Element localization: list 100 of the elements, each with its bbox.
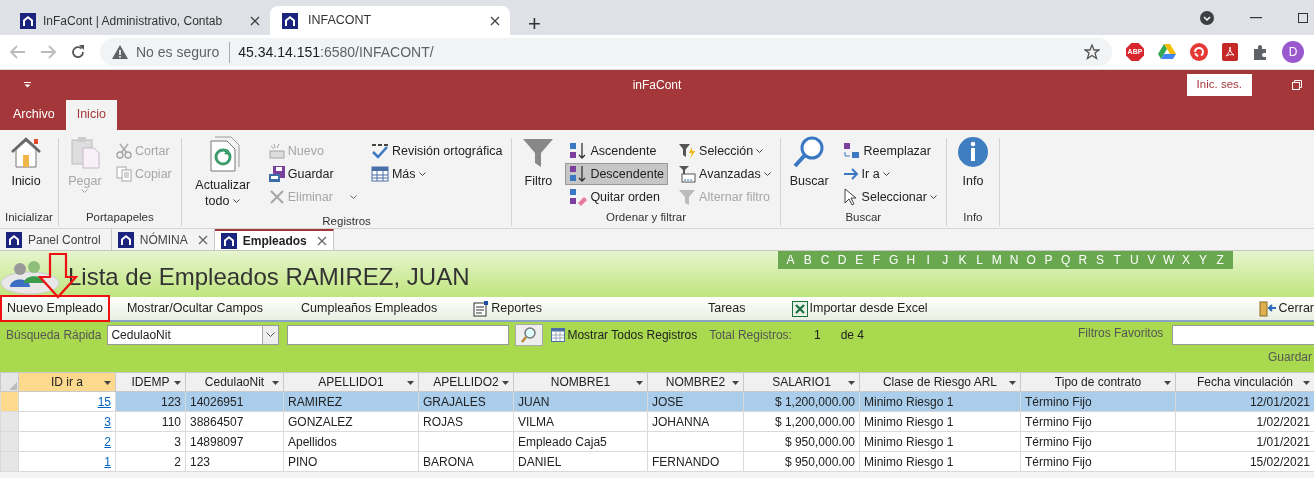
address-bar[interactable]: No es seguro 45.34.14.151:6580/INFACONT/ [100,38,1112,66]
pdf-icon[interactable] [1222,43,1238,61]
column-filter-icon[interactable] [407,381,414,385]
reload-icon[interactable] [70,44,86,60]
column-header[interactable]: NOMBRE2 [647,372,744,392]
column-header[interactable]: Fecha vinculación [1175,372,1314,392]
advanced-filter-icon [678,165,697,183]
column-header[interactable]: IDEMP [115,372,186,392]
ribbon-button[interactable]: Selección [674,140,775,162]
favorites-input[interactable] [1172,325,1314,345]
column-filter-icon[interactable] [272,381,279,385]
minimize-icon[interactable] [1250,16,1262,19]
toolbar-button[interactable]: Importar desde Excel [783,297,936,320]
puzzle-icon[interactable] [1252,44,1268,60]
drive-icon[interactable] [1158,44,1176,60]
ribbon-group-label: Ordenar y filtrar [605,209,687,225]
column-filter-icon[interactable] [1303,381,1310,385]
ribbon-button[interactable]: Actualizar todo [186,132,259,213]
toolbar-button[interactable]: Tareas [700,297,754,320]
ribbon-button[interactable]: Info [951,132,994,193]
close-icon[interactable] [490,15,500,26]
security-label: No es seguro [136,41,231,63]
sign-in-button[interactable]: Inic. ses. [1186,74,1252,96]
tab-search-icon[interactable] [1200,10,1214,25]
search-field-dropdown[interactable]: CedulaoNit [107,325,280,345]
profile-avatar[interactable]: D [1282,41,1304,63]
column-filter-icon[interactable] [1164,381,1171,385]
search-icon [521,327,538,343]
show-all-button[interactable]: Mostrar Todos Registros [551,326,698,344]
column-header[interactable]: NOMBRE1 [513,372,648,392]
toolbar-button[interactable]: Cumpleaños Empleados [293,297,446,320]
toolbar-button[interactable]: Mostrar/Ocultar Campos [118,297,272,320]
table-cell: ROJAS [418,411,514,432]
table-cell: FERNANDO [647,451,744,472]
save-link[interactable]: Guardar [1267,348,1312,366]
delete-icon [268,189,285,205]
copy-icon [115,166,132,182]
search-input[interactable] [287,325,510,345]
table-cell: Minimo Riesgo 1 [859,411,1021,432]
browser-tab[interactable]: INFACONT [270,6,510,35]
column-filter-icon[interactable] [502,381,509,385]
sync-extension-icon[interactable] [1190,43,1208,61]
ribbon-button[interactable]: Quitar orden [565,186,669,208]
ribbon-button[interactable]: Avanzadas [674,163,775,185]
ribbon-button[interactable]: Ascendente [565,140,669,162]
quick-access-caret-icon[interactable] [24,82,31,88]
record-link[interactable]: 3 [104,414,111,429]
table-cell: GONZALEZ [283,411,419,432]
ribbon-group-label: Portapapeles [84,209,155,225]
document-tab[interactable]: NÓMINA [111,229,215,250]
record-link[interactable]: 2 [104,434,111,449]
star-icon[interactable] [1084,44,1100,60]
column-filter-icon[interactable] [732,381,739,385]
record-number: 1 [813,327,821,344]
toolbar-button[interactable]: Reportes [465,297,550,320]
select-all-cell[interactable] [0,372,19,392]
table-cell: Minimo Riesgo 1 [859,451,1021,472]
column-filter-icon[interactable] [174,381,181,385]
restore-icon[interactable] [1292,80,1302,90]
ribbon-button[interactable]: Descendente [565,163,669,185]
record-link[interactable]: 1 [104,454,111,469]
info-icon [955,135,990,169]
ribbon-tab[interactable]: Inicio [65,99,117,130]
record-link[interactable]: 15 [97,394,111,409]
column-filter-icon[interactable] [636,381,643,385]
ribbon-button[interactable]: Filtro [517,132,560,193]
column-filter-icon[interactable] [1009,381,1016,385]
close-icon[interactable] [316,235,327,246]
close-form-button[interactable]: Cerrar [1254,297,1314,320]
column-header[interactable]: SALARIO1 [743,372,860,392]
browser-tab[interactable]: InFaCont | Administrativo, Contab [8,6,270,35]
document-tab[interactable]: Empleados [214,229,334,250]
column-header[interactable]: APELLIDO1 [283,372,419,392]
ribbon-button[interactable]: Reemplazar [838,140,941,162]
column-filter-icon[interactable] [848,381,855,385]
close-icon[interactable] [250,15,260,26]
close-icon[interactable] [197,234,208,245]
ribbon-button[interactable]: Ir a [838,163,941,185]
column-header[interactable]: Tipo de contrato [1020,372,1176,392]
column-header[interactable]: ID ir a [18,372,116,392]
ribbon-button[interactable]: Seleccionar [838,186,941,208]
warning-icon [112,45,128,59]
ribbon-button[interactable]: Guardar [264,163,361,185]
table-cell: 2 [115,451,186,472]
ribbon-button[interactable]: Buscar [785,132,833,193]
column-header[interactable]: APELLIDO2 [418,372,514,392]
ribbon-button[interactable]: Inicio [5,132,47,193]
column-header[interactable]: CedulaoNit [185,372,284,392]
column-filter-icon[interactable] [104,381,111,385]
maximize-icon[interactable] [1298,12,1308,23]
document-tab[interactable]: Panel Control [0,229,112,250]
cursor-icon [842,188,859,206]
search-button[interactable] [515,324,544,346]
table-cell: 123 [185,451,284,472]
ribbon-tab[interactable]: Archivo [2,99,66,130]
ribbon-button[interactable]: Revisión ortográfica [366,140,507,162]
toolbar-button[interactable]: Nuevo Empleado [1,296,109,321]
new-tab-button[interactable]: + [522,13,547,35]
column-header[interactable]: Clase de Riesgo ARL [859,372,1021,392]
ribbon-button[interactable]: Más [366,163,507,185]
